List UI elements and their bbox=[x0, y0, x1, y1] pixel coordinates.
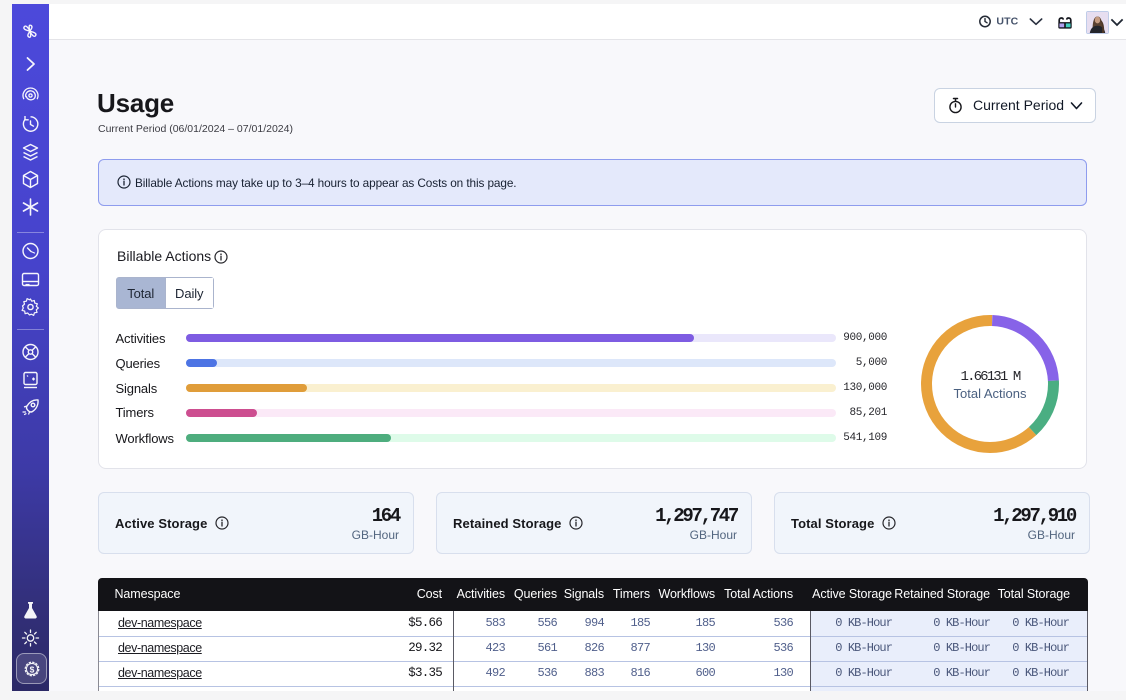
svg-text:UTC: UTC bbox=[996, 15, 1018, 27]
svg-text:$: $ bbox=[29, 664, 34, 674]
